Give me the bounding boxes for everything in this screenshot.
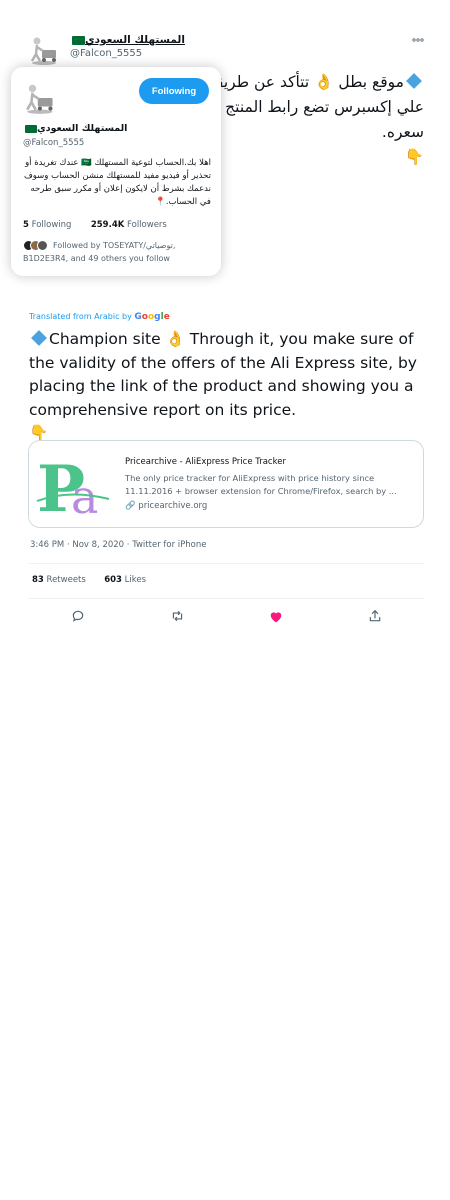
hover-card-bio: اهلا بك.الحساب لتوعية المستهلك 🇸🇦 عندك ت… — [23, 158, 211, 207]
link-preview-card[interactable]: P a Pricearchive - AliExpress Price Trac… — [28, 440, 424, 528]
tweet-timestamp[interactable]: 3:46 PM · Nov 8, 2020 · Twitter for iPho… — [30, 540, 206, 550]
profile-hover-card: Following المستهلك السعودي @Falcon_5555 … — [11, 67, 221, 276]
link-description: The only price tracker for AliExpress wi… — [125, 473, 397, 496]
google-logo: Google — [134, 312, 170, 322]
author-handle[interactable]: @Falcon_5555 — [70, 48, 142, 59]
hover-card-handle[interactable]: @Falcon_5555 — [23, 138, 84, 148]
link-preview-image: P a — [29, 441, 115, 527]
tweet-text-translated: Champion site 👌 Through it, you make sur… — [29, 330, 417, 442]
blue-diamond-icon — [406, 73, 422, 89]
link-domain: 🔗 pricearchive.org — [125, 501, 208, 511]
retweets-link[interactable]: 83 Retweets — [32, 575, 86, 585]
saudi-flag-icon — [72, 35, 85, 45]
link-icon: 🔗 — [125, 501, 136, 511]
following-count-link[interactable]: 5 Following — [23, 220, 71, 230]
link-title: Pricearchive - AliExpress Price Tracker — [125, 457, 286, 467]
tweet-header: المستهلك السعودي @Falcon_5555 — [28, 30, 428, 70]
reply-icon[interactable] — [68, 606, 88, 626]
hover-card-avatar[interactable] — [23, 79, 61, 117]
share-icon[interactable] — [365, 606, 385, 626]
retweet-icon[interactable] — [167, 606, 187, 626]
heart-filled-icon[interactable] — [266, 606, 286, 626]
followed-by[interactable]: Followed by TOSEYATY/توصياتي, B1D2E3R4, … — [23, 239, 213, 265]
hover-card-name[interactable]: المستهلك السعودي — [23, 123, 127, 134]
tweet-actions — [28, 606, 424, 626]
likes-link[interactable]: 603 Likes — [104, 575, 146, 585]
saudi-flag-icon — [25, 124, 37, 133]
divider — [28, 563, 424, 564]
divider — [28, 598, 424, 599]
hover-card-stats: 5 Following 259.4K Followers — [23, 220, 167, 230]
author-name[interactable]: المستهلك السعودي — [70, 34, 185, 46]
author-avatar[interactable] — [28, 32, 64, 68]
followers-count-link[interactable]: 259.4K Followers — [91, 220, 167, 230]
translated-label[interactable]: Translated from Arabic by Google — [29, 312, 170, 322]
follower-avatars — [23, 240, 49, 251]
more-horizontal-icon[interactable] — [412, 32, 424, 45]
following-button[interactable]: Following — [139, 78, 209, 104]
engagement-stats: 83 Retweets 603 Likes — [32, 575, 146, 585]
blue-diamond-icon — [31, 330, 47, 346]
